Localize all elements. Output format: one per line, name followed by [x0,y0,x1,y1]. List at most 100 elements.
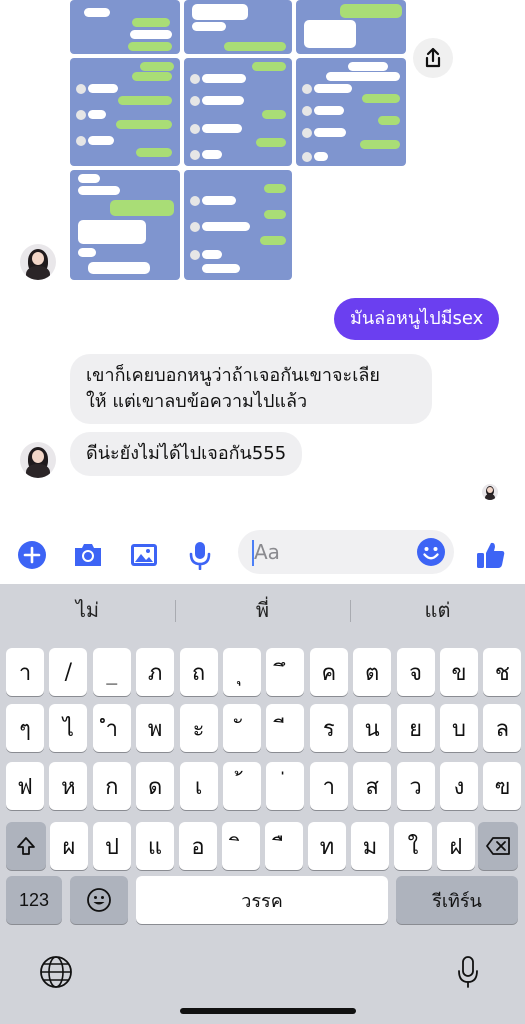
letter-key[interactable]: ้ [223,762,261,810]
share-icon [425,47,441,68]
letter-key[interactable]: ฃ [483,762,522,810]
microphone-icon [189,542,211,570]
seen-receipt-avatar [482,484,498,500]
delete-key[interactable] [478,822,518,870]
letter-key[interactable]: ป [93,822,131,870]
letter-key[interactable]: ึ [266,648,305,696]
letter-key[interactable]: น [353,704,392,752]
letter-key[interactable]: ื [265,822,303,870]
plus-circle-icon [18,541,46,569]
suggestion-item[interactable]: ไม่ [0,584,175,636]
letter-key[interactable]: ว [396,762,435,810]
letter-key[interactable]: ข [440,648,478,696]
incoming-message-bubble[interactable]: ดีน่ะยังไม่ได้ไปเจอกัน555 [70,432,303,476]
letter-key[interactable]: ล [483,704,522,752]
emoji-keyboard-key[interactable] [70,876,128,924]
globe-icon [40,956,72,988]
letter-key[interactable]: ห [49,762,88,810]
space-key[interactable]: วรรค [136,876,388,924]
camera-icon [75,544,101,566]
messenger-screen: มันล่อหนูไปมีsex เขาก็เคยบอกหนูว่าถ้าเจอ… [0,0,525,1024]
letter-key[interactable]: ร [309,704,348,752]
letter-key[interactable]: จ [396,648,435,696]
letter-key[interactable]: _ [92,648,131,696]
incoming-message-bubble[interactable]: เขาก็เคยบอกหนูว่าถ้าเจอกันเขาจะเลีย ให้ … [70,354,432,424]
letter-key[interactable]: ม [351,822,389,870]
chat-screenshot-image[interactable] [296,0,406,54]
predictive-suggestions-bar: ไม่ พี่ แต่ [0,584,525,636]
chat-screenshot-image[interactable] [70,58,180,166]
voice-message-button[interactable] [183,538,217,572]
letter-key[interactable]: พ [136,704,175,752]
contact-avatar[interactable] [20,244,56,280]
letter-key[interactable]: ภ [136,648,175,696]
camera-button[interactable] [71,538,105,572]
shift-arrow-icon [17,837,35,855]
letter-key[interactable]: ั [223,704,261,752]
letter-key[interactable]: ก [92,762,131,810]
suggestion-item[interactable]: พี่ [175,584,350,636]
backspace-icon [486,837,510,855]
letter-key[interactable]: ด [136,762,175,810]
like-button[interactable] [474,538,508,572]
letter-key[interactable]: ๆ [6,704,44,752]
globe-key[interactable] [36,952,76,992]
chat-screenshot-image[interactable] [184,0,292,54]
letter-key[interactable]: บ [440,704,478,752]
letter-key[interactable]: ง [440,762,478,810]
letter-key[interactable]: า [6,648,44,696]
letter-key[interactable]: ค [309,648,348,696]
letter-key[interactable]: ท [308,822,346,870]
add-button[interactable] [15,538,49,572]
chat-screenshot-image[interactable] [296,58,406,166]
letter-key[interactable]: ี [266,704,305,752]
letter-key[interactable]: ช [483,648,522,696]
chat-screenshot-image[interactable] [70,170,180,280]
letter-key[interactable]: ่ [266,762,305,810]
letter-key[interactable]: / [49,648,88,696]
share-button[interactable] [413,38,453,78]
thumbs-up-icon [477,542,505,568]
letter-key[interactable]: ใ [394,822,432,870]
letter-key[interactable]: ต [353,648,392,696]
dictation-key[interactable] [448,952,488,992]
outgoing-message-bubble[interactable]: มันล่อหนูไปมีsex [334,298,500,340]
thai-keyboard: ไม่ พี่ แต่ า/_ภถุึคตจขช ๆไำพะัีรนยบล ฟห… [0,584,525,1024]
numbers-key[interactable]: 123 [6,876,62,924]
letter-key[interactable]: ย [396,704,435,752]
message-input-placeholder: Aa [254,540,280,564]
chat-thread[interactable]: มันล่อหนูไปมีsex เขาก็เคยบอกหนูว่าถ้าเจอ… [0,0,525,528]
chat-screenshot-image[interactable] [70,0,180,54]
letter-key[interactable]: ถ [179,648,218,696]
message-text-line: เขาก็เคยบอกหนูว่าถ้าเจอกันเขาจะเลีย [86,365,380,386]
letter-key[interactable]: ผ [50,822,88,870]
letter-key[interactable]: แ [136,822,174,870]
message-text: มันล่อหนูไปมีsex [350,308,484,329]
suggestion-item[interactable]: แต่ [350,584,525,636]
letter-key[interactable]: อ [179,822,217,870]
letter-key[interactable]: ฟ [6,762,44,810]
chat-screenshot-image[interactable] [184,58,292,166]
message-text-line: ให้ แต่เขาลบข้อความไปแล้ว [86,391,308,412]
gallery-button[interactable] [127,538,161,572]
letter-key[interactable]: ส [353,762,392,810]
home-indicator [180,1008,356,1014]
microphone-outline-icon [458,956,478,988]
letter-key[interactable]: ุ [223,648,261,696]
shift-key[interactable] [6,822,46,870]
image-icon [131,544,157,566]
chat-screenshot-image[interactable] [184,170,292,280]
emoji-button[interactable] [414,535,448,569]
letter-key[interactable]: ำ [92,704,131,752]
letter-key[interactable]: ฝ [437,822,475,870]
return-key[interactable]: รีเทิร์น [396,876,518,924]
letter-key[interactable]: ิ [222,822,260,870]
emoji-face-icon [87,888,111,912]
letter-key[interactable]: ไ [49,704,88,752]
letter-key[interactable]: า [309,762,348,810]
emoji-icon [417,538,445,566]
contact-avatar[interactable] [20,442,56,478]
letter-key[interactable]: เ [179,762,218,810]
letter-key[interactable]: ะ [179,704,218,752]
message-text: ดีน่ะยังไม่ได้ไปเจอกัน555 [86,443,287,464]
